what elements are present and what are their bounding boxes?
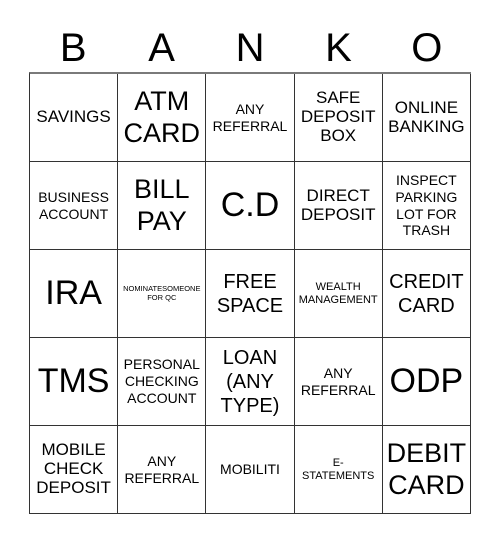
bingo-cell-label: BILL PAY: [134, 174, 190, 236]
bingo-cell[interactable]: PERSONAL CHECKING ACCOUNT: [118, 338, 207, 426]
bingo-cell-label: TMS: [37, 361, 110, 400]
bingo-cell-label: SAVINGS: [36, 107, 111, 127]
bingo-cell-label: CREDIT CARD: [389, 270, 464, 317]
bingo-cell-label: E-STATEMENTS: [302, 457, 375, 482]
bingo-cell-label: FREE SPACE: [216, 270, 284, 317]
bingo-cell[interactable]: E-STATEMENTS: [294, 426, 383, 514]
bingo-cell[interactable]: TMS: [30, 338, 119, 426]
bingo-cell[interactable]: INSPECT PARKING LOT FOR TRASH: [382, 162, 471, 250]
bingo-cell-label: ANY REFERRAL: [124, 452, 200, 486]
bingo-cell[interactable]: SAFE DEPOSIT BOX: [294, 74, 383, 162]
bingo-cell-label: C.D: [220, 185, 280, 224]
bingo-cell[interactable]: MOBILE CHECK DEPOSIT: [30, 426, 119, 514]
bingo-cell[interactable]: BUSINESS ACCOUNT: [30, 162, 119, 250]
bingo-cell-label: MOBILE CHECK DEPOSIT: [36, 440, 111, 497]
bingo-cell-label: DEBIT CARD: [386, 438, 467, 500]
bingo-cell[interactable]: IRA: [30, 250, 119, 338]
header-letter-a: A: [148, 26, 175, 70]
bingo-cell[interactable]: NOMINATESOMEONE FOR QC: [118, 250, 207, 338]
bingo-cell[interactable]: LOAN (ANY TYPE): [206, 338, 295, 426]
bingo-cell-label: SAFE DEPOSIT BOX: [300, 88, 376, 145]
bingo-cell-label: MOBILITI: [220, 461, 280, 478]
bingo-cell[interactable]: ANY REFERRAL: [294, 338, 383, 426]
bingo-cell[interactable]: ANY REFERRAL: [206, 74, 295, 162]
bingo-cell-label: WEALTH MANAGEMENT: [298, 281, 378, 306]
bingo-cell-label: ANY REFERRAL: [212, 100, 288, 134]
bingo-cell[interactable]: DIRECT DEPOSIT: [294, 162, 383, 250]
header-letter-k: K: [325, 26, 352, 70]
bingo-cell[interactable]: ATM CARD: [118, 74, 207, 162]
bingo-cell[interactable]: FREE SPACE: [206, 250, 295, 338]
bingo-cell-label: INSPECT PARKING LOT FOR TRASH: [395, 171, 458, 239]
bingo-cell-label: IRA: [45, 273, 102, 312]
bingo-grid: SAVINGS ATM CARD ANY REFERRAL SAFE DEPOSIT …: [29, 72, 471, 514]
bingo-cell-label: PERSONAL CHECKING ACCOUNT: [123, 356, 200, 406]
bingo-cell-label: ODP: [389, 361, 464, 400]
header-letter-o: O: [411, 26, 443, 70]
bingo-cell-label: NOMINATESOMEONE FOR QC: [123, 284, 201, 302]
bingo-header: B A N K O: [29, 22, 471, 72]
bingo-cell[interactable]: DEBIT CARD: [382, 426, 471, 514]
bingo-cell-label: ONLINE BANKING: [388, 97, 465, 136]
bingo-cell-label: ATM CARD: [123, 86, 201, 148]
bingo-cell[interactable]: ONLINE BANKING: [382, 74, 471, 162]
header-letter-b: B: [59, 26, 87, 70]
bingo-cell[interactable]: C.D: [206, 162, 295, 250]
bingo-cell-label: DIRECT DEPOSIT: [300, 185, 376, 224]
bingo-cell-label: BUSINESS ACCOUNT: [38, 188, 109, 222]
bingo-cell-label: ANY REFERRAL: [300, 364, 376, 398]
bingo-cell[interactable]: SAVINGS: [30, 74, 119, 162]
bingo-cell[interactable]: ANY REFERRAL: [118, 426, 207, 514]
bingo-cell[interactable]: MOBILITI: [206, 426, 295, 514]
bingo-cell[interactable]: BILL PAY: [118, 162, 207, 250]
bingo-cell[interactable]: CREDIT CARD: [382, 250, 471, 338]
bingo-cell-label: LOAN (ANY TYPE): [220, 346, 280, 417]
bingo-cell[interactable]: ODP: [382, 338, 471, 426]
header-letter-n: N: [235, 26, 265, 70]
bingo-cell[interactable]: WEALTH MANAGEMENT: [294, 250, 383, 338]
